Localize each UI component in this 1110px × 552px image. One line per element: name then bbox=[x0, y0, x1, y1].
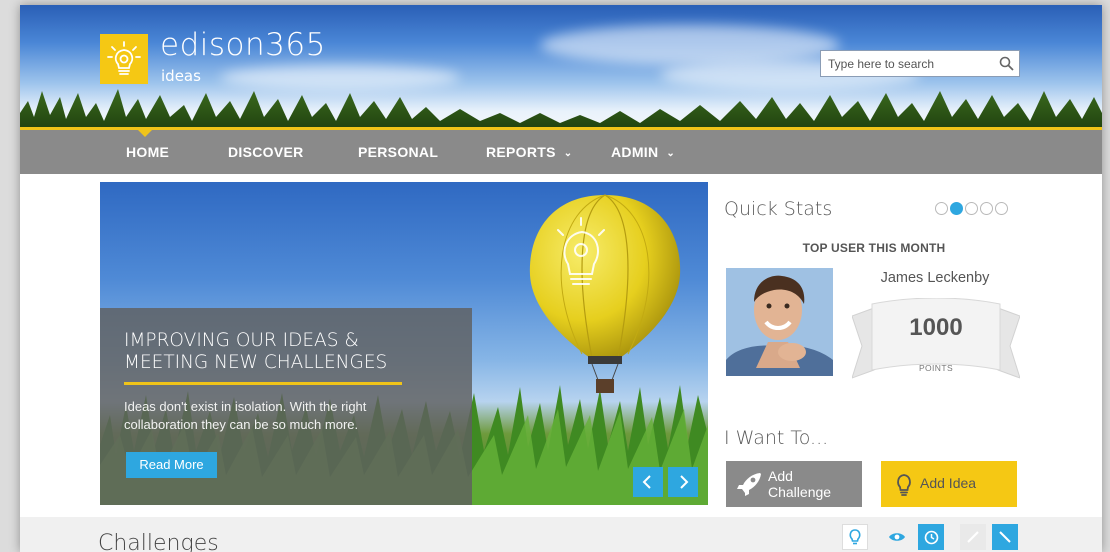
top-user-label: TOP USER THIS MONTH bbox=[802, 241, 946, 255]
read-more-button[interactable]: Read More bbox=[126, 452, 217, 478]
nav-admin-label: ADMIN bbox=[611, 144, 659, 160]
hero-title-line1: IMPROVING OUR IDEAS & bbox=[124, 330, 359, 351]
hero-caption-panel: IMPROVING OUR IDEAS & MEETING NEW CHALLE… bbox=[100, 308, 472, 505]
filter-watched-button[interactable] bbox=[884, 524, 910, 550]
add-challenge-label-line2: Challenge bbox=[768, 484, 832, 500]
add-idea-label: Add Idea bbox=[920, 475, 977, 491]
header-banner: edison365 ideas bbox=[20, 5, 1102, 130]
nav-reports[interactable]: REPORTS ⌄ bbox=[486, 130, 572, 174]
filter-trending-button[interactable] bbox=[992, 524, 1018, 550]
clock-icon bbox=[924, 530, 938, 544]
lightbulb-icon bbox=[107, 41, 141, 75]
search-box bbox=[820, 50, 1020, 77]
brand-subtitle: ideas bbox=[161, 67, 201, 85]
search-button[interactable] bbox=[993, 51, 1019, 76]
nav-personal-label: PERSONAL bbox=[358, 144, 439, 160]
hero-description: Ideas don't exist in isolation. With the… bbox=[124, 398, 454, 434]
logo[interactable] bbox=[100, 34, 148, 84]
hero-carousel: IMPROVING OUR IDEAS & MEETING NEW CHALLE… bbox=[100, 182, 708, 505]
pager-dot-1[interactable] bbox=[935, 202, 948, 215]
hero-title-line2: MEETING NEW CHALLENGES bbox=[124, 352, 388, 373]
hero-description-line2: collaboration they can be so much more. bbox=[124, 417, 359, 432]
nav-personal[interactable]: PERSONAL bbox=[358, 130, 438, 174]
points-label: POINTS bbox=[918, 363, 954, 373]
rocket-icon bbox=[737, 473, 761, 496]
quick-stats-pager bbox=[935, 202, 1008, 215]
chevron-right-icon bbox=[680, 475, 689, 489]
pager-dot-5[interactable] bbox=[995, 202, 1008, 215]
arrow-icon bbox=[999, 531, 1011, 543]
app-frame: edison365 ideas HOME DISCOVER PERSONAL R… bbox=[20, 5, 1102, 552]
lightbulb-icon bbox=[897, 474, 911, 496]
search-icon bbox=[999, 56, 1014, 71]
nav-active-indicator bbox=[138, 130, 152, 137]
filter-recent-button[interactable] bbox=[918, 524, 944, 550]
nav-discover-label: DISCOVER bbox=[228, 144, 304, 160]
pager-dot-2[interactable] bbox=[950, 202, 963, 215]
add-idea-button[interactable]: Add Idea bbox=[881, 461, 1017, 507]
top-user-name: James Leckenby bbox=[880, 270, 990, 286]
nav-reports-label: REPORTS bbox=[486, 144, 556, 160]
pager-dot-4[interactable] bbox=[980, 202, 993, 215]
points-value: 1000 bbox=[909, 314, 963, 341]
pencil-icon bbox=[967, 531, 979, 543]
challenges-heading: Challenges bbox=[98, 531, 219, 552]
brand-name: edison365 bbox=[160, 27, 326, 63]
main-nav: HOME DISCOVER PERSONAL REPORTS ⌄ ADMIN ⌄ bbox=[20, 130, 1102, 174]
eye-icon bbox=[889, 533, 905, 541]
balloon-image bbox=[529, 194, 681, 393]
hero-title: IMPROVING OUR IDEAS & MEETING NEW CHALLE… bbox=[124, 330, 464, 374]
add-challenge-label-line1: Add bbox=[768, 468, 793, 484]
user-photo bbox=[726, 268, 833, 376]
lightbulb-icon bbox=[849, 529, 861, 545]
i-want-to-heading: I Want To... bbox=[724, 427, 829, 449]
carousel-next-button[interactable] bbox=[668, 467, 698, 497]
hero-title-underline bbox=[124, 382, 402, 385]
add-challenge-label: Add Challenge bbox=[768, 468, 831, 500]
filter-edit-button[interactable] bbox=[960, 524, 986, 550]
carousel-prev-button[interactable] bbox=[633, 467, 663, 497]
grass-decoration bbox=[20, 89, 1102, 130]
chevron-down-icon: ⌄ bbox=[563, 148, 573, 159]
nav-discover[interactable]: DISCOVER bbox=[228, 130, 304, 174]
chevron-down-icon: ⌄ bbox=[666, 148, 676, 159]
hero-description-line1: Ideas don't exist in isolation. With the… bbox=[124, 399, 367, 414]
nav-admin[interactable]: ADMIN ⌄ bbox=[611, 130, 675, 174]
chevron-left-icon bbox=[642, 475, 651, 489]
search-input[interactable] bbox=[821, 51, 993, 76]
pager-dot-3[interactable] bbox=[965, 202, 978, 215]
add-challenge-button[interactable]: Add Challenge bbox=[726, 461, 862, 507]
nav-home-label: HOME bbox=[126, 144, 170, 160]
quick-stats-heading: Quick Stats bbox=[724, 198, 833, 220]
filter-ideas-button[interactable] bbox=[842, 524, 868, 550]
